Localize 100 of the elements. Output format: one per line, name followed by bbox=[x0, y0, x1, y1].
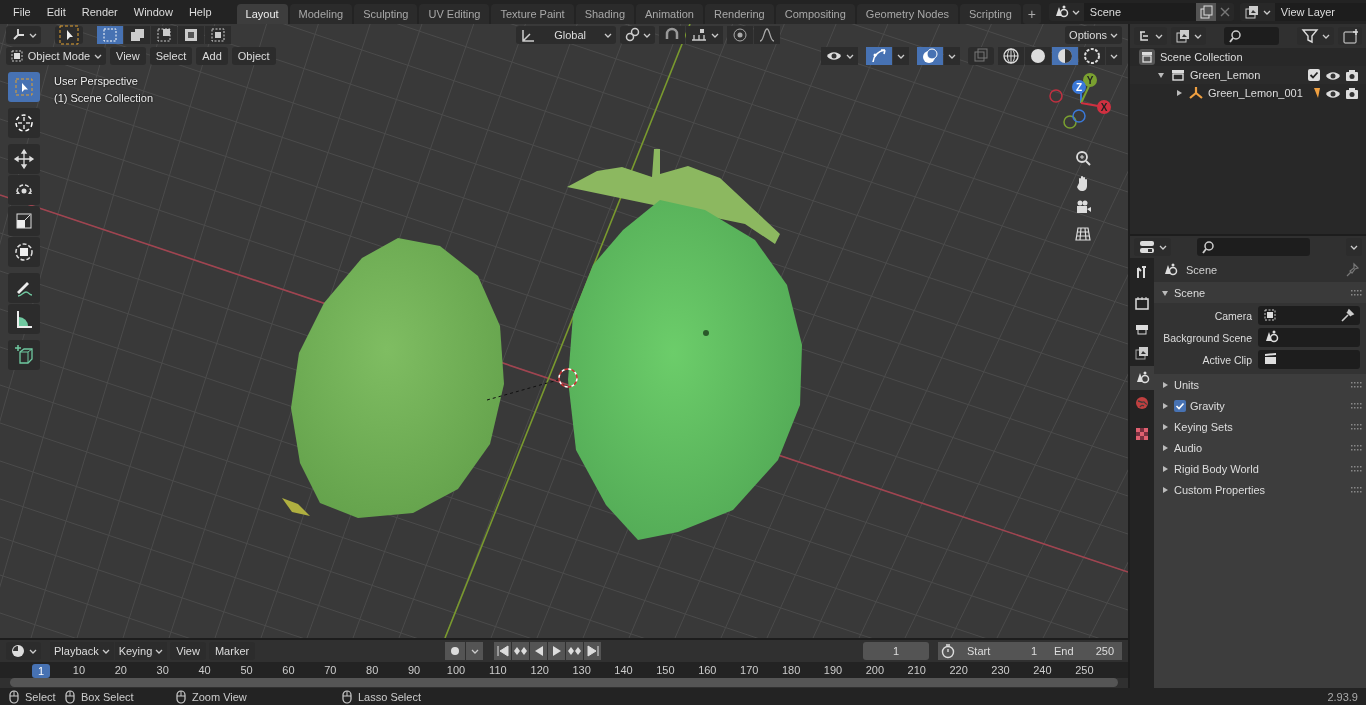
selection-mode-button[interactable] bbox=[151, 26, 177, 44]
properties-tab[interactable] bbox=[1130, 366, 1154, 390]
expand-arrow-icon[interactable] bbox=[1161, 401, 1169, 410]
menu-item[interactable]: Edit bbox=[39, 3, 73, 21]
jump-keyframe-button[interactable] bbox=[566, 642, 583, 660]
selection-mode-button[interactable] bbox=[124, 26, 150, 44]
search-field[interactable] bbox=[1197, 238, 1310, 256]
tool-button[interactable] bbox=[8, 340, 40, 370]
copy-button[interactable] bbox=[1195, 3, 1216, 21]
value-field[interactable] bbox=[1258, 306, 1360, 325]
selection-mode-button[interactable] bbox=[178, 26, 204, 44]
editor-type-dropdown[interactable] bbox=[1134, 238, 1171, 256]
shading-mode-button[interactable] bbox=[1052, 47, 1078, 65]
menu-item[interactable]: Help bbox=[181, 3, 219, 21]
expand-arrow-icon[interactable] bbox=[1161, 443, 1169, 452]
outliner-row[interactable]: Scene Collection bbox=[1130, 48, 1366, 66]
menu-item[interactable]: Add bbox=[196, 47, 228, 65]
workspace-tab[interactable]: Texture Paint bbox=[491, 4, 574, 24]
expand-arrow-icon[interactable] bbox=[1175, 89, 1183, 97]
menu-item[interactable]: File bbox=[6, 3, 38, 21]
view-layer-field[interactable]: View Layer bbox=[1274, 3, 1366, 21]
expand-arrow-icon[interactable] bbox=[1161, 485, 1169, 494]
shading-mode-button[interactable] bbox=[1079, 47, 1105, 65]
new-collection-button[interactable] bbox=[1338, 27, 1362, 45]
display-mode-dropdown[interactable] bbox=[1171, 27, 1206, 45]
menu-dropdown[interactable]: Playback bbox=[50, 642, 114, 660]
search-field[interactable] bbox=[1224, 27, 1279, 45]
current-frame-field[interactable]: 1 bbox=[863, 642, 929, 660]
expand-arrow-icon[interactable] bbox=[1157, 71, 1165, 79]
workspace-tab[interactable]: Compositing bbox=[775, 4, 855, 24]
menu-item[interactable]: Marker bbox=[208, 642, 256, 660]
pivot-dropdown[interactable] bbox=[620, 26, 656, 44]
tool-button[interactable] bbox=[8, 144, 40, 174]
outliner-row[interactable]: Green_Lemon_001 bbox=[1130, 84, 1366, 102]
filter-dropdown[interactable] bbox=[1297, 27, 1334, 45]
expand-arrow-icon[interactable] bbox=[1161, 288, 1169, 297]
falloff-dropdown[interactable] bbox=[754, 26, 781, 44]
xray-toggle[interactable] bbox=[968, 47, 994, 65]
expand-arrow-icon[interactable] bbox=[1161, 380, 1169, 389]
checkbox[interactable] bbox=[1174, 399, 1186, 412]
snap-target-dropdown[interactable] bbox=[686, 26, 724, 44]
gizmo-toggle[interactable] bbox=[866, 47, 892, 65]
tool-button[interactable] bbox=[8, 175, 40, 205]
overlay-toggle[interactable] bbox=[917, 47, 943, 65]
jump-start-button[interactable] bbox=[494, 642, 511, 660]
timeline-scrollbar[interactable] bbox=[10, 678, 1118, 687]
caret-button[interactable] bbox=[1106, 47, 1122, 65]
tool-button[interactable] bbox=[8, 304, 40, 334]
preview-range-button[interactable] bbox=[938, 642, 958, 660]
menu-item[interactable]: View bbox=[110, 47, 146, 65]
workspace-tab[interactable]: Layout bbox=[236, 4, 288, 24]
caret-button[interactable] bbox=[893, 47, 909, 65]
shading-mode-button[interactable] bbox=[998, 47, 1024, 65]
record-button[interactable] bbox=[445, 642, 465, 660]
play-reverse-button[interactable] bbox=[530, 642, 547, 660]
tool-button[interactable] bbox=[8, 273, 40, 303]
axis-handle[interactable]: Z bbox=[1072, 80, 1086, 94]
editor-type-dropdown[interactable] bbox=[6, 26, 41, 44]
workspace-tab[interactable]: Scripting bbox=[960, 4, 1021, 24]
shading-mode-button[interactable] bbox=[1025, 47, 1051, 65]
selection-mode-button[interactable] bbox=[205, 26, 231, 44]
jump-keyframe-button[interactable] bbox=[512, 642, 529, 660]
workspace-tab[interactable]: Animation bbox=[636, 4, 703, 24]
menu-item[interactable]: Render bbox=[74, 3, 125, 21]
options-dropdown[interactable]: Options bbox=[1065, 26, 1122, 44]
menu-item[interactable]: Window bbox=[126, 3, 180, 21]
caret-button[interactable] bbox=[944, 47, 960, 65]
editor-type-dropdown[interactable] bbox=[1134, 27, 1167, 45]
snap-toggle[interactable] bbox=[659, 26, 686, 44]
transform-orientation-dropdown[interactable]: Global bbox=[516, 26, 617, 44]
tool-button[interactable] bbox=[8, 108, 40, 138]
axis-handle[interactable]: Y bbox=[1083, 73, 1097, 87]
add-workspace-button[interactable]: + bbox=[1022, 4, 1041, 24]
checkbox[interactable] bbox=[1308, 69, 1320, 81]
jump-end-button[interactable] bbox=[584, 642, 601, 660]
value-field[interactable] bbox=[1258, 328, 1360, 347]
editor-type-dropdown[interactable] bbox=[6, 642, 41, 660]
menu-dropdown[interactable]: Keying bbox=[114, 642, 168, 660]
expand-arrow-icon[interactable] bbox=[1161, 464, 1169, 473]
visibility-dropdown[interactable] bbox=[821, 47, 858, 65]
options-dropdown[interactable] bbox=[1346, 238, 1362, 256]
workspace-tab[interactable]: Geometry Nodes bbox=[856, 4, 958, 24]
value-field[interactable] bbox=[1258, 350, 1360, 369]
menu-item[interactable]: View bbox=[170, 642, 206, 660]
scene-name-field[interactable]: Scene bbox=[1083, 3, 1196, 21]
play-button[interactable] bbox=[548, 642, 565, 660]
workspace-tab[interactable]: Shading bbox=[575, 4, 635, 24]
proportional-edit-toggle[interactable] bbox=[727, 26, 754, 44]
tool-button[interactable] bbox=[8, 237, 40, 267]
workspace-tab[interactable]: Rendering bbox=[704, 4, 774, 24]
workspace-tab[interactable]: Sculpting bbox=[354, 4, 418, 24]
mode-dropdown[interactable]: Object Mode bbox=[6, 47, 106, 65]
workspace-tab[interactable]: Modeling bbox=[289, 4, 353, 24]
tool-button[interactable] bbox=[8, 206, 40, 236]
menu-item[interactable]: Select bbox=[149, 47, 193, 65]
menu-item[interactable]: Object bbox=[231, 47, 276, 65]
playhead-marker[interactable]: 1 bbox=[32, 664, 50, 678]
workspace-tab[interactable]: UV Editing bbox=[419, 4, 490, 24]
expand-arrow-icon[interactable] bbox=[1161, 422, 1169, 431]
select-tool-button[interactable] bbox=[55, 26, 83, 44]
